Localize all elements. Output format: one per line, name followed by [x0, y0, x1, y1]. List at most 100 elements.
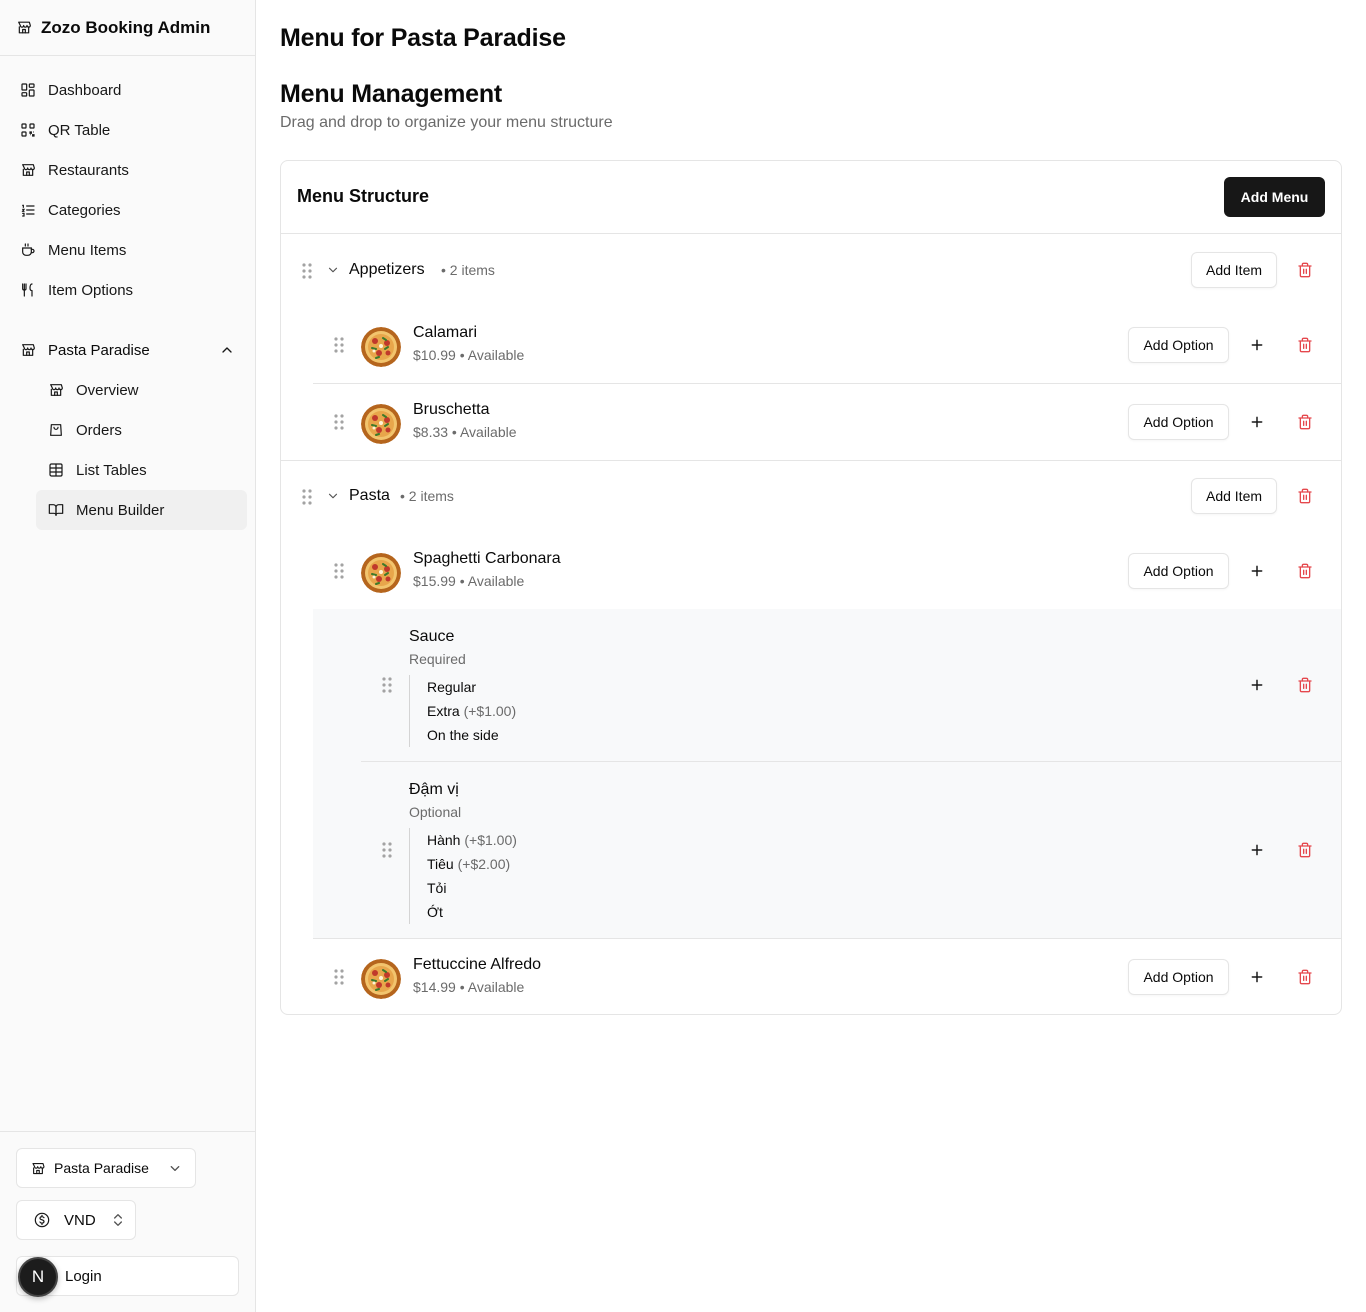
sidebar-item-label: Overview [76, 381, 139, 399]
option-value: Tiêu (+$2.00) [427, 852, 517, 876]
plus-icon[interactable] [1249, 414, 1265, 430]
chevron-down-icon[interactable] [326, 489, 340, 503]
sidebar-item-restaurants[interactable]: Restaurants [8, 150, 247, 190]
sidebar-item-label: QR Table [48, 121, 111, 139]
option-value-price: (+$1.00) [463, 703, 517, 719]
option-values-list: Regular Extra (+$1.00) On the side [409, 675, 516, 747]
add-item-button[interactable]: Add Item [1191, 252, 1277, 288]
trash-icon[interactable] [1297, 842, 1313, 858]
item-options-panel: Sauce Required Regular Extra (+$1.00) On… [313, 609, 1341, 938]
section-subtitle: Drag and drop to organize your menu stru… [280, 114, 613, 131]
drag-handle-icon[interactable] [334, 337, 344, 353]
trash-icon[interactable] [1297, 414, 1313, 430]
plus-icon[interactable] [1249, 969, 1265, 985]
item-name: Fettuccine Alfredo [413, 956, 542, 973]
sidebar-item-label: Item Options [48, 281, 134, 299]
add-option-button[interactable]: Add Option [1128, 959, 1229, 995]
sidebar-item-qr-table[interactable]: QR Table [8, 110, 247, 150]
category-name: Pasta [349, 487, 390, 504]
add-option-button[interactable]: Add Option [1128, 553, 1229, 589]
plus-icon[interactable] [1249, 337, 1265, 353]
trash-icon[interactable] [1297, 563, 1313, 579]
add-option-button[interactable]: Add Option [1128, 404, 1229, 440]
list-ordered-icon [21, 204, 35, 217]
utensils-icon [22, 283, 33, 297]
item-meta: $8.33 • Available [413, 424, 517, 440]
sidebar-item-orders[interactable]: Orders [36, 410, 247, 450]
dashboard-icon [21, 83, 35, 97]
option-group-requirement: Optional [409, 804, 462, 820]
brand[interactable]: Zozo Booking Admin [0, 0, 255, 56]
option-value: Regular [427, 675, 516, 699]
plus-icon[interactable] [1249, 563, 1265, 579]
item-thumbnail [361, 404, 401, 444]
sidebar-item-categories[interactable]: Categories [8, 190, 247, 230]
drag-handle-icon[interactable] [334, 563, 344, 579]
page-title: Menu for Pasta Paradise [280, 24, 566, 52]
store-icon [16, 18, 32, 37]
section-title: Menu Management [280, 80, 503, 108]
sidebar-nav: Dashboard QR Table Restaurants Categorie… [0, 56, 255, 530]
chevron-down-icon[interactable] [326, 263, 340, 277]
store-icon [20, 342, 36, 358]
chevron-up-icon [222, 347, 232, 353]
option-value-label: Tỏi [427, 880, 447, 896]
sidebar-item-dashboard[interactable]: Dashboard [8, 70, 247, 110]
chevron-down-icon [167, 1161, 183, 1176]
sidebar-subnav: Overview Orders List Tables Menu Builder [8, 370, 247, 530]
trash-icon[interactable] [1297, 969, 1313, 985]
drag-handle-icon[interactable] [334, 414, 344, 430]
plus-icon[interactable] [1249, 842, 1265, 858]
sidebar-item-menu-items[interactable]: Menu Items [8, 230, 247, 270]
menu-item-row: Fettuccine Alfredo $14.99 • Available Ad… [313, 939, 1342, 1015]
sidebar: Zozo Booking Admin Dashboard QR Table Re… [0, 0, 256, 1312]
drag-handle-icon[interactable] [334, 969, 344, 985]
sidebar-item-label: Menu Builder [76, 501, 165, 519]
trash-icon[interactable] [1297, 262, 1313, 278]
sidebar-item-overview[interactable]: Overview [36, 370, 247, 410]
dollar-circle-icon [34, 1212, 50, 1228]
avatar-letter: N [31, 1267, 45, 1286]
sidebar-footer: Pasta Paradise VND Login N [0, 1131, 255, 1312]
drag-handle-icon[interactable] [382, 842, 392, 858]
sidebar-item-label: Menu Items [48, 241, 127, 259]
drag-handle-icon[interactable] [302, 489, 312, 505]
option-value-label: Extra [427, 703, 460, 719]
currency-select[interactable]: VND [16, 1200, 136, 1240]
sidebar-item-menu-builder[interactable]: Menu Builder [36, 490, 247, 530]
item-meta: $15.99 • Available [413, 573, 525, 589]
trash-icon[interactable] [1297, 488, 1313, 504]
category-item-count: • 2 items [400, 488, 454, 504]
option-value: On the side [427, 723, 516, 747]
sidebar-group-toggle[interactable]: Pasta Paradise [8, 330, 247, 370]
option-value: Extra (+$1.00) [427, 699, 516, 723]
store-icon [20, 162, 36, 178]
trash-icon[interactable] [1297, 677, 1313, 693]
option-values-list: Hành (+$1.00) Tiêu (+$2.00) Tỏi Ớt [409, 828, 517, 924]
drag-handle-icon[interactable] [302, 263, 312, 279]
option-group-title: Đậm vị [409, 781, 459, 798]
avatar[interactable]: N [18, 1257, 58, 1297]
currency-select-value: VND [64, 1211, 96, 1229]
add-menu-button[interactable]: Add Menu [1224, 177, 1325, 217]
shopping-bag-icon [50, 424, 62, 436]
restaurant-select[interactable]: Pasta Paradise [16, 1148, 196, 1188]
add-option-button[interactable]: Add Option [1128, 327, 1229, 363]
card-header: Menu Structure Add Menu [281, 161, 1341, 234]
login-label: Login [65, 1267, 102, 1285]
drag-handle-icon[interactable] [382, 677, 392, 693]
option-value-label: Tiêu [427, 856, 454, 872]
trash-icon[interactable] [1297, 337, 1313, 353]
book-open-icon [48, 504, 64, 516]
store-icon [48, 382, 64, 398]
item-thumbnail [361, 327, 401, 367]
option-value-label: Ớt [427, 904, 443, 920]
sidebar-item-item-options[interactable]: Item Options [8, 270, 247, 310]
plus-icon[interactable] [1249, 677, 1265, 693]
menu-structure-card: Menu Structure Add Menu Appetizers • 2 i… [280, 160, 1342, 1015]
category-name: Appetizers [349, 261, 425, 278]
chevrons-up-down-icon [113, 1214, 122, 1226]
sidebar-item-list-tables[interactable]: List Tables [36, 450, 247, 490]
add-item-button[interactable]: Add Item [1191, 478, 1277, 514]
item-name: Calamari [413, 324, 478, 341]
